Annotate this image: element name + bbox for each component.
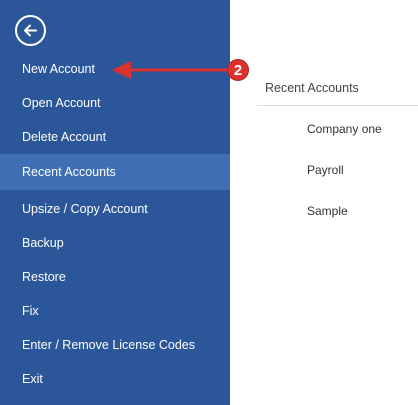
recent-account-item[interactable]: Company one: [307, 122, 382, 136]
menu-item-backup[interactable]: Backup: [0, 225, 230, 261]
backstage-view: New Account Open Account Delete Account …: [0, 0, 418, 405]
menu-item-delete-account[interactable]: Delete Account: [0, 119, 230, 155]
section-title: Recent Accounts: [265, 81, 359, 95]
annotation-step-badge: 2: [227, 59, 249, 81]
section-divider: [257, 105, 418, 106]
menu-item-exit[interactable]: Exit: [0, 361, 230, 397]
recent-account-item[interactable]: Payroll: [307, 163, 344, 177]
recent-accounts-panel: Recent Accounts Company one Payroll Samp…: [230, 0, 418, 405]
sidebar: New Account Open Account Delete Account …: [0, 0, 230, 405]
menu-item-open-account[interactable]: Open Account: [0, 85, 230, 121]
back-button[interactable]: [15, 15, 46, 46]
recent-account-item[interactable]: Sample: [307, 204, 348, 218]
menu-item-recent-accounts[interactable]: Recent Accounts: [0, 154, 230, 190]
menu-item-restore[interactable]: Restore: [0, 259, 230, 295]
menu-item-new-account[interactable]: New Account: [0, 51, 230, 87]
menu-item-fix[interactable]: Fix: [0, 293, 230, 329]
menu-item-license-codes[interactable]: Enter / Remove License Codes: [0, 327, 230, 363]
back-arrow-icon: [24, 24, 37, 37]
menu-item-upsize-copy-account[interactable]: Upsize / Copy Account: [0, 191, 230, 227]
